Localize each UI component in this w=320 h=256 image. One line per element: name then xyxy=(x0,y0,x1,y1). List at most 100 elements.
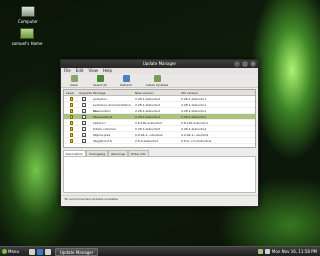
level-icon xyxy=(70,115,73,119)
menu-label: Menu xyxy=(8,249,19,254)
level-cell xyxy=(64,120,78,125)
package-cell: evolution-documentation-en xyxy=(93,103,132,113)
package-cell: libevolution xyxy=(93,109,111,113)
upgrade-checkbox[interactable]: ✓ xyxy=(82,127,86,132)
upgrade-cell: ✓ xyxy=(78,114,92,120)
maximize-button[interactable]: □ xyxy=(242,61,248,67)
install-icon xyxy=(153,75,161,82)
tab-warnings[interactable]: Warnings xyxy=(108,150,129,156)
upgrade-cell: ✓ xyxy=(78,102,92,108)
menu-edit[interactable]: Edit xyxy=(76,68,84,74)
show-desktop-icon[interactable] xyxy=(29,248,35,255)
old-version-cell: 0.9.94-1~ubuntu1 xyxy=(181,133,209,137)
upgrade-checkbox[interactable]: ✓ xyxy=(82,115,86,120)
taskbar-button-update-manager[interactable]: Update Manager xyxy=(55,247,99,256)
upgrade-cell: ✓ xyxy=(78,120,92,126)
level-icon xyxy=(70,133,73,137)
menu-button[interactable]: Menu xyxy=(1,248,27,256)
upgrade-cell: ✓ xyxy=(78,96,92,102)
upgrade-checkbox[interactable]: ✓ xyxy=(82,139,86,144)
desktop-icon-label: samuel's Home xyxy=(11,41,43,46)
window-title: Update Manager xyxy=(142,61,177,66)
level-icon xyxy=(70,139,73,143)
tab-changelog[interactable]: Changelog xyxy=(86,150,109,156)
desktop-icon-label: Computer xyxy=(18,19,38,24)
old-version-cell: 2.8.100-1ubuntu1 xyxy=(181,121,209,125)
new-version-cell: 2.28.1-0ubuntu2 xyxy=(135,103,161,107)
level-cell xyxy=(64,96,78,101)
table-row[interactable]: ✓ libpython2.6 2.6.4-0ubuntu2 2.6.4~rc1-0ub… xyxy=(64,138,255,144)
level-cell xyxy=(64,138,78,143)
new-version-cell: 2.6.4-0ubuntu2 xyxy=(135,139,159,143)
new-version-cell: 2.28.1-0ubuntu5 xyxy=(135,127,161,131)
menu-help[interactable]: Help xyxy=(103,68,112,74)
level-cell xyxy=(64,102,78,107)
level-icon xyxy=(70,103,73,107)
upgrade-checkbox[interactable]: ✓ xyxy=(82,121,86,126)
package-cell: kpilot-nc xyxy=(93,121,106,125)
upgrade-checkbox[interactable]: ✓ xyxy=(82,103,86,108)
column-header-package[interactable]: Package xyxy=(92,90,134,95)
new-version-cell: 0.9.94-1~ubuntu2 xyxy=(135,133,163,137)
old-version-cell: 2.28.1-0ubuntu1 xyxy=(181,109,207,113)
home-folder-icon xyxy=(20,28,34,39)
select-all-button[interactable]: Select All xyxy=(91,75,109,87)
mint-logo-icon xyxy=(2,249,7,254)
refresh-button[interactable]: Refresh xyxy=(117,75,135,87)
description-panel xyxy=(63,156,256,193)
old-version-cell: 2.28.1-0ubuntu1 xyxy=(181,97,207,101)
package-cell: evolution xyxy=(93,97,107,101)
minimize-button[interactable]: – xyxy=(234,61,240,67)
refresh-label: Refresh xyxy=(120,83,132,87)
select-all-label: Select All xyxy=(93,83,107,87)
upgrade-checkbox[interactable]: ✓ xyxy=(82,109,86,114)
network-icon[interactable] xyxy=(257,249,263,254)
volume-icon[interactable] xyxy=(264,249,270,254)
bottom-panel: Menu Update Manager Mon Nov 16, 11:58 PM xyxy=(0,246,320,256)
close-button[interactable]: × xyxy=(250,61,256,67)
menu-file[interactable]: File xyxy=(64,68,71,74)
new-version-cell: 2.28.1-0ubuntu2 xyxy=(135,97,161,101)
desktop-icon-home[interactable]: samuel's Home xyxy=(2,28,52,46)
new-version-cell: 2.8.100-1ubuntu2 xyxy=(135,121,163,125)
window-titlebar[interactable]: Update Manager – □ × xyxy=(61,60,258,68)
tab-extra-info[interactable]: Extra info xyxy=(128,150,149,156)
package-cell: libpython2.6 xyxy=(93,139,112,143)
upgrade-checkbox[interactable]: ✓ xyxy=(82,97,86,102)
clear-button[interactable]: Clear xyxy=(65,75,83,87)
level-icon xyxy=(70,109,73,113)
terminal-launcher-icon[interactable] xyxy=(45,248,51,255)
column-header-old-version[interactable]: Old version xyxy=(180,90,255,95)
tab-description[interactable]: Description xyxy=(63,150,87,156)
updates-list[interactable]: Level Upgrade Package New version Old ve… xyxy=(63,89,256,148)
level-icon xyxy=(70,121,73,125)
old-version-cell: 2.28.1-0ubuntu1 xyxy=(181,103,207,107)
column-header-upgrade[interactable]: Upgrade xyxy=(78,90,92,95)
update-manager-window: Update Manager – □ × File Edit View Help… xyxy=(60,59,259,207)
level-cell xyxy=(64,114,78,119)
level-cell xyxy=(64,108,78,113)
system-tray: Mon Nov 16, 11:58 PM xyxy=(257,249,320,254)
level-cell xyxy=(64,126,78,131)
clock[interactable]: Mon Nov 16, 11:58 PM xyxy=(272,249,317,254)
upgrade-cell: ✓ xyxy=(78,108,92,114)
new-version-cell: 2.28.1-0ubuntu2 xyxy=(135,109,161,113)
upgrade-cell: ✓ xyxy=(78,132,92,138)
install-updates-button[interactable]: Install Updates xyxy=(143,75,171,87)
new-version-cell: 2.28.1-0ubuntu2 xyxy=(135,115,161,119)
upgrade-cell: ✓ xyxy=(78,138,92,144)
browser-launcher-icon[interactable] xyxy=(37,248,43,255)
desktop-icon-computer[interactable]: Computer xyxy=(6,6,50,24)
package-cell: libevolution1 xyxy=(93,115,113,119)
package-cell: totem-common xyxy=(93,127,117,131)
level-icon xyxy=(70,127,73,131)
refresh-icon xyxy=(122,75,130,82)
toolbar: Clear Select All Refresh Install Updates xyxy=(61,74,258,88)
upgrade-checkbox[interactable]: ✓ xyxy=(82,133,86,138)
column-header-level[interactable]: Level xyxy=(64,90,78,95)
install-updates-label: Install Updates xyxy=(145,83,169,87)
upgrade-cell: ✓ xyxy=(78,126,92,132)
menu-view[interactable]: View xyxy=(88,68,98,74)
old-version-cell: 2.28.1-0ubuntu1 xyxy=(181,115,207,119)
column-header-new-version[interactable]: New version xyxy=(134,90,180,95)
